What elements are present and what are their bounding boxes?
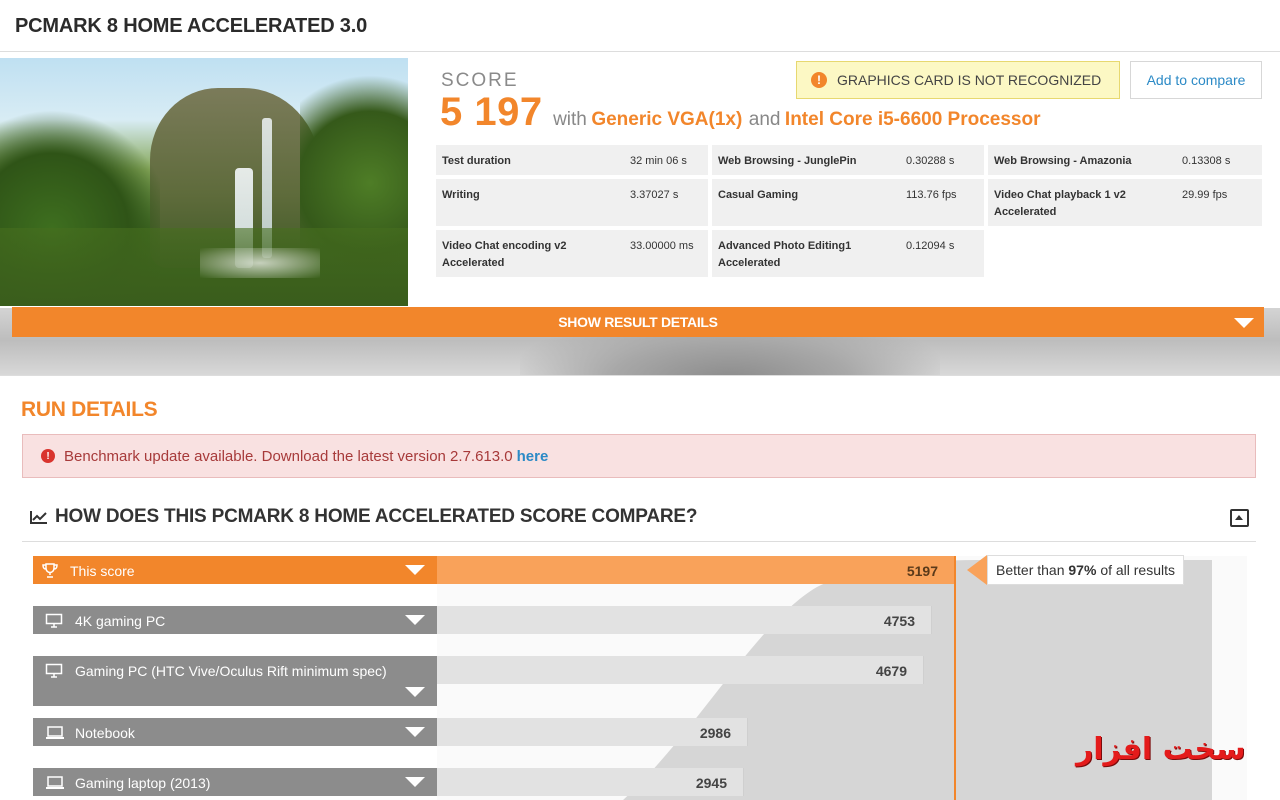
update-alert-text: Benchmark update available. Download the…: [64, 447, 513, 465]
show-result-details-button[interactable]: SHOW RESULT DETAILS: [12, 307, 1264, 337]
download-here-link[interactable]: here: [517, 448, 549, 465]
update-alert: ! Benchmark update available. Download t…: [22, 434, 1256, 478]
score-label: SCORE: [441, 70, 519, 91]
metric-value: 32 min 06 s: [630, 155, 687, 167]
metric-cell: Test duration 32 min 06 s: [436, 145, 708, 175]
metric-name: Web Browsing - JunglePin: [718, 155, 857, 167]
metric-name: Video Chat encoding v2 Accelerated: [442, 240, 567, 269]
run-details-title: RUN DETAILS: [21, 398, 158, 421]
metric-value: 33.00000 ms: [630, 240, 694, 252]
this-score-line: [954, 556, 956, 800]
gpu-name[interactable]: Generic VGA(1x): [591, 109, 742, 130]
this-score-bar: 5197: [437, 556, 954, 584]
metric-name: Advanced Photo Editing1 Accelerated: [718, 240, 852, 269]
bar-value: 4679: [875, 663, 907, 679]
benchmark-hero-image: [0, 58, 408, 306]
better-than-callout: Better than 97% of all results: [987, 555, 1185, 585]
comparison-bar: 4679: [437, 656, 924, 684]
metric-value: 29.99 fps: [1182, 189, 1228, 201]
comparison-row-name: This score: [70, 563, 135, 579]
metric-cell: Video Chat playback 1 v2 Accelerated 29.9…: [988, 179, 1262, 226]
chevron-down-icon: [1234, 318, 1254, 328]
score-value: 5 197: [440, 90, 543, 134]
metric-name: Video Chat playback 1 v2 Accelerated: [994, 189, 1126, 218]
comparison-row-name: Gaming laptop (2013): [75, 775, 211, 791]
score-and-text: and: [748, 109, 781, 130]
show-result-details-label: SHOW RESULT DETAILS: [558, 314, 718, 330]
metric-cell: Web Browsing - JunglePin 0.30288 s: [712, 145, 984, 175]
compare-title-text: HOW DOES THIS PCMARK 8 HOME ACCELERATED …: [55, 506, 698, 527]
metric-cell: Writing 3.37027 s: [436, 179, 708, 226]
better-than-percent: 97%: [1068, 562, 1097, 578]
better-than-prefix: Better than: [996, 562, 1065, 578]
metric-cell: Web Browsing - Amazonia 0.13308 s: [988, 145, 1262, 175]
graphics-warning-banner: ! GRAPHICS CARD IS NOT RECOGNIZED: [796, 61, 1120, 99]
metric-cell: Video Chat encoding v2 Accelerated 33.000…: [436, 230, 708, 277]
line-chart-icon: [30, 511, 47, 524]
score-pointer-icon: [967, 555, 987, 585]
score-comparison-chart: This score 5197 Better than 97% of all res…: [22, 542, 1256, 800]
result-card: SCORE 5 197 with Generic VGA(1x) and Int…: [0, 52, 1280, 308]
dropdown-arrow-icon[interactable]: [405, 727, 425, 737]
comparison-bar: 4753: [437, 606, 932, 634]
dropdown-arrow-icon[interactable]: [405, 615, 425, 625]
comparison-row-name: Notebook: [75, 725, 135, 741]
metric-value: 0.13308 s: [1182, 155, 1231, 167]
page-title: PCMARK 8 HOME ACCELERATED 3.0: [15, 15, 368, 37]
metric-name: Web Browsing - Amazonia: [994, 155, 1132, 167]
metric-name: Test duration: [442, 155, 511, 167]
cpu-name[interactable]: Intel Core i5-6600 Processor: [785, 109, 1041, 130]
metric-cell: Advanced Photo Editing1 Accelerated 0.120…: [712, 230, 984, 277]
comparison-bar: 2945: [437, 768, 744, 796]
dropdown-arrow-icon[interactable]: [405, 777, 425, 787]
metric-value: 0.30288 s: [906, 155, 955, 167]
monitor-icon: [45, 663, 63, 678]
comparison-row-label[interactable]: Notebook: [33, 718, 437, 746]
trophy-icon: [41, 563, 59, 578]
add-to-compare-button[interactable]: Add to compare: [1130, 61, 1262, 99]
comparison-row-name: Gaming PC (HTC Vive/Oculus Rift minimum …: [75, 663, 387, 679]
bar-value: 2986: [699, 725, 731, 741]
score-with-text: with: [553, 109, 587, 130]
monitor-icon: [45, 613, 63, 628]
bar-value: 5197: [906, 563, 938, 579]
laptop-icon: [45, 725, 64, 740]
compare-section-title: HOW DOES THIS PCMARK 8 HOME ACCELERATED …: [30, 506, 697, 528]
bar-value: 2945: [695, 775, 727, 791]
collapse-icon[interactable]: [1230, 509, 1249, 527]
comparison-row-label[interactable]: Gaming PC (HTC Vive/Oculus Rift minimum …: [33, 656, 437, 706]
comparison-row-label[interactable]: 4K gaming PC: [33, 606, 437, 634]
metric-name: Writing: [442, 189, 480, 201]
site-watermark-logo: سخت افزار: [1076, 732, 1246, 767]
warning-icon: !: [811, 72, 827, 88]
comparison-row-label[interactable]: This score: [33, 556, 437, 584]
metric-value: 3.37027 s: [630, 189, 679, 201]
bar-value: 4753: [883, 613, 915, 629]
dropdown-arrow-icon[interactable]: [405, 687, 425, 697]
dropdown-arrow-icon[interactable]: [405, 565, 425, 575]
metric-cell: Casual Gaming 113.76 fps: [712, 179, 984, 226]
metric-value: 113.76 fps: [906, 189, 957, 201]
metric-value: 0.12094 s: [906, 240, 955, 252]
better-than-suffix: of all results: [1100, 562, 1176, 578]
comparison-row-label[interactable]: Gaming laptop (2013): [33, 768, 437, 796]
comparison-row-name: 4K gaming PC: [75, 613, 166, 629]
header-bar: PCMARK 8 HOME ACCELERATED 3.0: [0, 0, 1280, 52]
graphics-warning-text: GRAPHICS CARD IS NOT RECOGNIZED: [837, 72, 1102, 88]
laptop-icon: [45, 775, 64, 790]
comparison-bar: 2986: [437, 718, 748, 746]
metric-name: Casual Gaming: [718, 189, 799, 201]
error-icon: !: [41, 449, 55, 463]
